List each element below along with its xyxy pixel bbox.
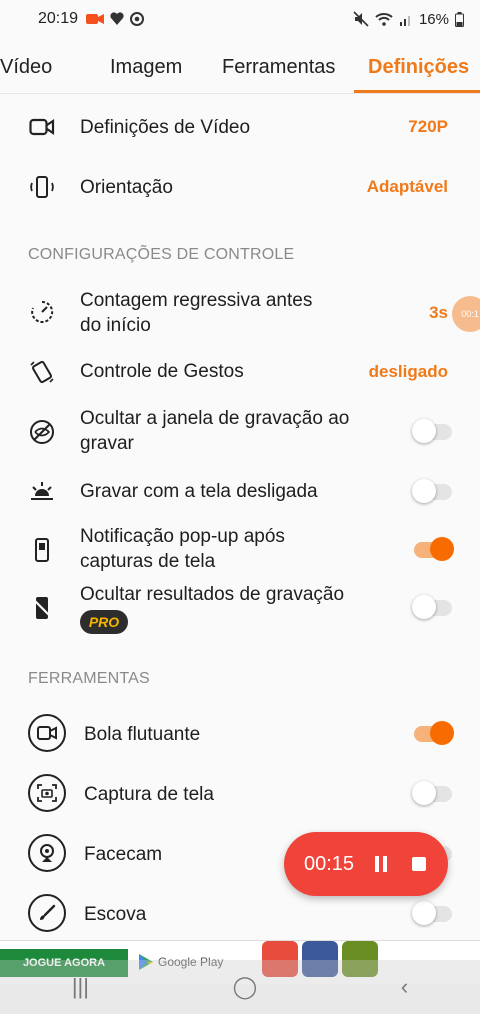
tab-ferramentas[interactable]: Ferramentas [222, 56, 335, 79]
battery-percent: 16% [418, 10, 449, 28]
gestures-row[interactable]: Controle de Gestos desligado [0, 356, 480, 388]
tab-imagem[interactable]: Imagem [110, 56, 182, 79]
countdown-row[interactable]: Contagem regressiva antes do início 3s [0, 288, 480, 340]
video-camera-icon [28, 113, 56, 141]
popup-row[interactable]: Notificação pop-up após capturas de tela [0, 524, 480, 576]
screen-off-toggle[interactable] [412, 479, 452, 503]
video-settings-value: 720P [408, 117, 448, 136]
status-left-icons [86, 12, 145, 26]
orientation-value: Adaptável [366, 177, 448, 196]
phone-hidden-icon [28, 594, 56, 622]
video-settings-row[interactable]: Definições de Vídeo 720P [0, 110, 480, 144]
countdown-value: 3s [429, 303, 448, 322]
home-button[interactable]: ◯ [233, 974, 258, 1000]
wifi-icon [375, 13, 393, 26]
back-button[interactable]: ‹ [401, 974, 408, 1000]
countdown-label: Contagem regressiva antes do início [80, 290, 313, 336]
chrome-icon [130, 12, 145, 26]
tool-row-floating-ball[interactable]: Bola flutuante [0, 714, 480, 754]
orientation-label: Orientação [80, 177, 173, 198]
popup-toggle[interactable] [414, 537, 454, 561]
status-right: 16% [353, 11, 464, 28]
hide-results-toggle[interactable] [412, 595, 452, 619]
video-camera-icon [86, 14, 105, 24]
webcam-icon [28, 834, 66, 872]
tools-section-title: FERRAMENTAS [28, 670, 150, 687]
gestures-label: Controle de Gestos [80, 361, 244, 382]
gesture-icon [28, 358, 56, 386]
tab-video[interactable]: Vídeo [0, 56, 52, 79]
hide-results-label: Ocultar resultados de gravação [80, 584, 345, 605]
orientation-row[interactable]: Orientação Adaptável [0, 170, 480, 204]
video-camera-icon [28, 714, 66, 752]
status-time: 20:19 [38, 10, 79, 27]
tool-row-brush[interactable]: Escova [0, 894, 480, 934]
recording-control-pill: 00:15 [284, 832, 448, 896]
timer-icon [28, 298, 56, 326]
phone-notification-icon [28, 536, 56, 564]
hide-window-label: Ocultar a janela de gravação ao gravar [80, 408, 350, 454]
pro-badge: PRO [80, 610, 128, 634]
active-tab-indicator [354, 90, 480, 93]
screen-off-label: Gravar com a tela desligada [80, 481, 318, 502]
sunset-icon [28, 478, 56, 506]
screen-off-row[interactable]: Gravar com a tela desligada [0, 476, 480, 508]
tab-definicoes[interactable]: Definições [368, 56, 469, 79]
floating-ball-toggle[interactable] [414, 721, 454, 745]
screenshot-toggle[interactable] [412, 781, 452, 805]
brush-toggle[interactable] [412, 901, 452, 925]
hide-window-row[interactable]: Ocultar a janela de gravação ao gravar [0, 406, 480, 458]
tool-label: Escova [84, 904, 147, 925]
brush-icon [28, 894, 66, 932]
screenshot-camera-icon [28, 774, 66, 812]
mute-icon [353, 11, 369, 27]
status-bar: 20:19 16% [0, 0, 480, 38]
signal-icon [399, 16, 410, 26]
heart-icon [110, 12, 124, 25]
tool-label: Bola flutuante [84, 724, 201, 745]
recording-timer: 00:15 [304, 852, 355, 875]
hidden-eye-icon [28, 418, 56, 446]
gestures-value: desligado [368, 362, 448, 381]
tool-label: Captura de tela [84, 784, 214, 805]
pause-button[interactable] [374, 856, 388, 872]
system-navigation-bar: ||| ◯ ‹ [0, 960, 480, 1014]
control-section-title: CONFIGURAÇÕES DE CONTROLE [28, 246, 295, 263]
video-settings-label: Definições de Vídeo [80, 117, 251, 138]
phone-rotate-icon [28, 173, 56, 201]
hide-window-toggle[interactable] [412, 419, 452, 443]
stop-button[interactable] [412, 857, 427, 871]
tool-row-screenshot[interactable]: Captura de tela [0, 774, 480, 814]
popup-label: Notificação pop-up após capturas de tela [80, 526, 285, 572]
recents-button[interactable]: ||| [72, 974, 89, 1000]
hide-results-row[interactable]: Ocultar resultados de gravação [0, 580, 480, 640]
tool-label: Facecam [84, 844, 163, 865]
top-tab-bar: Vídeo Imagem Ferramentas Definições [0, 40, 480, 94]
battery-icon [455, 11, 464, 27]
floating-recorder-bubble[interactable]: 00:1 [452, 296, 480, 332]
